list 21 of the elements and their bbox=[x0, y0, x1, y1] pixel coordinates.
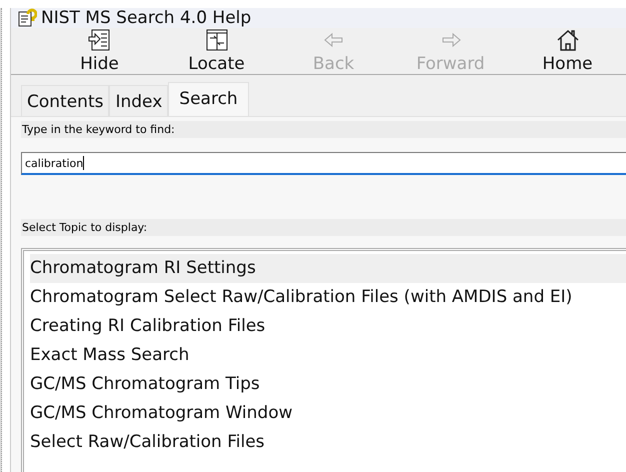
keyword-label: Type in the keyword to find: bbox=[21, 121, 626, 138]
topic-list-item[interactable]: Select Raw/Calibration Files bbox=[30, 428, 626, 457]
keyword-input-field[interactable]: calibration bbox=[21, 152, 626, 175]
topic-list-item[interactable]: Creating RI Calibration Files bbox=[30, 312, 626, 341]
toolbar-button[interactable]: Hide bbox=[41, 28, 158, 74]
window-title: NIST MS Search 4.0 Help bbox=[41, 8, 252, 28]
help-document-icon bbox=[17, 8, 37, 28]
home-icon bbox=[556, 28, 580, 52]
topic-list-item[interactable]: GC/MS Chromatogram Tips bbox=[30, 370, 626, 399]
topic-list-item[interactable]: Chromatogram RI Settings bbox=[30, 254, 626, 283]
topic-label: Select Topic to display: bbox=[21, 219, 626, 236]
toolbar-button[interactable]: Locate bbox=[158, 28, 275, 74]
topic-list-item[interactable]: GC/MS Chromatogram Window bbox=[30, 399, 626, 428]
tab[interactable]: Contents bbox=[21, 85, 110, 116]
tab[interactable]: Index bbox=[109, 85, 168, 116]
panel-arrow-icon bbox=[88, 28, 112, 52]
panel-arrows-icon bbox=[204, 28, 228, 52]
tab[interactable]: Search bbox=[168, 82, 249, 116]
toolbar-button[interactable]: Home bbox=[509, 28, 626, 74]
topic-list-item[interactable]: Exact Mass Search bbox=[30, 341, 626, 370]
topic-list-item[interactable]: Chromatogram Select Raw/Calibration Files (with AMDIS and EI) bbox=[30, 283, 626, 312]
